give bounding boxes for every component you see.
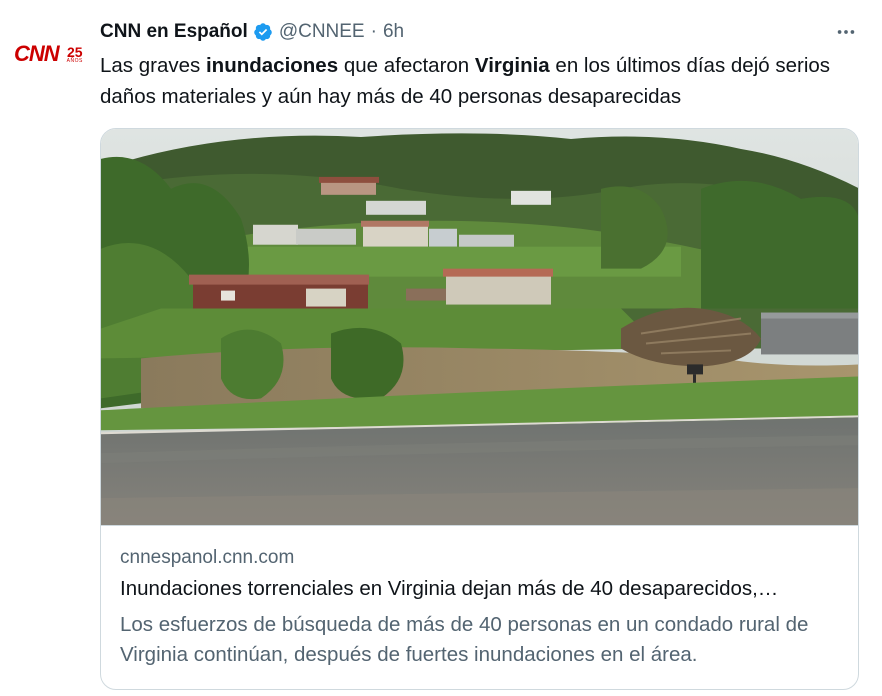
cnn-logo: CNN [14, 41, 60, 66]
card-image[interactable] [101, 129, 858, 526]
link-preview-card[interactable]: cnnespanol.cnn.com Inundaciones torrenci… [100, 128, 859, 690]
anniversary-number: 25 [66, 43, 83, 60]
tweet-text-bold: Virginia [474, 54, 550, 77]
author-display-name[interactable]: CNN en Español [100, 21, 248, 43]
tweet-timestamp[interactable]: 6h [383, 21, 404, 43]
tweet-text-part: que afectaron [338, 54, 475, 77]
tweet-text: Las graves inundaciones que afectaron Vi… [100, 50, 860, 112]
more-options-icon[interactable] [832, 20, 860, 44]
anniversary-subtext: AÑOS [66, 57, 83, 64]
tweet-text-part: Las graves [100, 54, 206, 77]
anniversary-badge: 25 AÑOS [67, 45, 83, 64]
card-domain: cnnespanol.cnn.com [120, 547, 295, 568]
tweet-text-bold: inundaciones [205, 54, 339, 77]
header-separator: · [370, 21, 377, 42]
avatar[interactable]: CNN 25 AÑOS [14, 34, 83, 74]
card-title: Inundaciones torrenciales en Virginia de… [120, 577, 779, 600]
verified-badge-icon [253, 22, 273, 42]
card-description: Los esfuerzos de búsqueda de más de 40 p… [120, 613, 809, 666]
tweet-header: CNN en Español @CNNEE · 6h [100, 20, 404, 44]
author-handle[interactable]: @CNNEE [279, 21, 365, 43]
